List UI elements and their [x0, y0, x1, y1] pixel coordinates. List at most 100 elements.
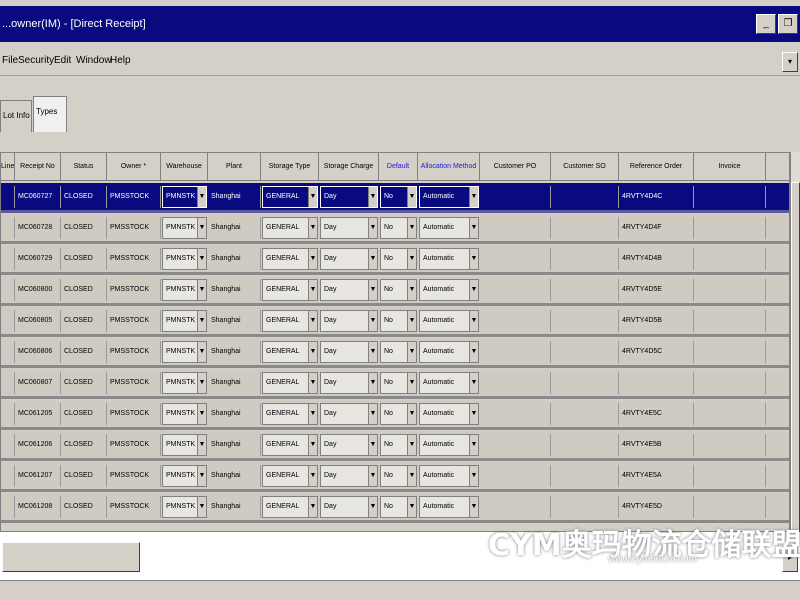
dropdown-arrow-icon[interactable]: ▼ [197, 435, 206, 455]
receipt-cell[interactable]: MC060800 [15, 279, 61, 301]
dropdown-arrow-icon[interactable]: ▼ [308, 373, 317, 393]
receipt-cell[interactable]: MC060806 [15, 341, 61, 363]
empty-cell[interactable] [480, 310, 551, 332]
dropdown-arrow-icon[interactable]: ▼ [368, 342, 377, 362]
empty-cell[interactable] [551, 372, 619, 394]
owner-cell[interactable]: PMSSTOCK [107, 186, 161, 208]
alloc-combo[interactable]: Automatic ▼ [419, 310, 479, 332]
status-cell[interactable]: CLOSED [61, 372, 107, 394]
charge-combo[interactable]: Day ▼ [320, 465, 378, 487]
alloc-combo[interactable]: Automatic ▼ [419, 403, 479, 425]
status-cell[interactable]: CLOSED [61, 341, 107, 363]
column-header[interactable]: Storage Charge [319, 153, 379, 181]
owner-cell[interactable]: PMSSTOCK [107, 434, 161, 456]
plant-cell[interactable]: Shanghai [208, 341, 261, 363]
dropdown-arrow-icon[interactable]: ▼ [407, 187, 416, 207]
storage-type-combo[interactable]: GENERAL ▼ [262, 248, 318, 270]
alloc-combo[interactable]: Automatic ▼ [419, 217, 479, 239]
storage-type-combo[interactable]: GENERAL ▼ [262, 217, 318, 239]
empty-cell[interactable] [1, 341, 15, 363]
dropdown-arrow-icon[interactable]: ▼ [469, 342, 478, 362]
default-combo[interactable]: No ▼ [380, 403, 417, 425]
empty-cell[interactable] [480, 279, 551, 301]
empty-cell[interactable] [480, 465, 551, 487]
owner-cell[interactable]: PMSSTOCK [107, 465, 161, 487]
dropdown-arrow-icon[interactable]: ▼ [407, 311, 416, 331]
receipt-cell[interactable]: MC061206 [15, 434, 61, 456]
alloc-combo[interactable]: Automatic ▼ [419, 186, 479, 208]
menu-help[interactable]: Help [110, 55, 131, 66]
warehouse-combo[interactable]: PMNSTK ▼ [162, 217, 207, 239]
empty-cell[interactable] [551, 465, 619, 487]
empty-cell[interactable] [1, 186, 15, 208]
column-header[interactable]: Plant [208, 153, 261, 181]
receipt-cell[interactable]: MC061207 [15, 465, 61, 487]
table-row[interactable]: MC061205 CLOSED PMSSTOCK PMNSTK ▼ Shanghai GEN… [1, 400, 789, 430]
dropdown-arrow-icon[interactable]: ▼ [197, 466, 206, 486]
alloc-combo[interactable]: Automatic ▼ [419, 279, 479, 301]
plant-cell[interactable]: Shanghai [208, 434, 261, 456]
status-cell[interactable]: CLOSED [61, 496, 107, 518]
dropdown-arrow-icon[interactable]: ▼ [308, 435, 317, 455]
reference-cell[interactable]: 4RVTY4D4C [619, 186, 694, 208]
charge-combo[interactable]: Day ▼ [320, 434, 378, 456]
empty-cell[interactable] [1, 465, 15, 487]
table-row[interactable]: MC060728 CLOSED PMSSTOCK PMNSTK ▼ Shanghai GEN… [1, 214, 789, 244]
default-combo[interactable]: No ▼ [380, 279, 417, 301]
dropdown-arrow-icon[interactable]: ▼ [308, 218, 317, 238]
dropdown-arrow-icon[interactable]: ▼ [197, 311, 206, 331]
storage-type-combo[interactable]: GENERAL ▼ [262, 310, 318, 332]
vertical-scrollbar[interactable] [790, 152, 800, 532]
charge-combo[interactable]: Day ▼ [320, 186, 378, 208]
receipt-cell[interactable]: MC060727 [15, 186, 61, 208]
dropdown-arrow-icon[interactable]: ▼ [308, 187, 317, 207]
default-combo[interactable]: No ▼ [380, 310, 417, 332]
column-header[interactable]: Invoice [694, 153, 766, 181]
status-cell[interactable]: CLOSED [61, 217, 107, 239]
dropdown-arrow-icon[interactable]: ▼ [308, 342, 317, 362]
owner-cell[interactable]: PMSSTOCK [107, 248, 161, 270]
storage-type-combo[interactable]: GENERAL ▼ [262, 465, 318, 487]
column-header[interactable]: Customer PO [480, 153, 551, 181]
column-header[interactable]: Reference Order [619, 153, 694, 181]
column-header[interactable]: Default [379, 153, 418, 181]
default-combo[interactable]: No ▼ [380, 186, 417, 208]
dropdown-arrow-icon[interactable]: ▼ [407, 249, 416, 269]
empty-cell[interactable] [694, 310, 766, 332]
warehouse-combo[interactable]: PMNSTK ▼ [162, 310, 207, 332]
dropdown-arrow-icon[interactable]: ▼ [368, 311, 377, 331]
charge-combo[interactable]: Day ▼ [320, 372, 378, 394]
reference-cell[interactable]: 4RVTY4E5C [619, 403, 694, 425]
dropdown-arrow-icon[interactable]: ▼ [308, 466, 317, 486]
table-row[interactable]: MC061206 CLOSED PMSSTOCK PMNSTK ▼ Shanghai GEN… [1, 431, 789, 461]
receipt-cell[interactable]: MC061205 [15, 403, 61, 425]
tab-lot-info[interactable]: Lot Info [0, 100, 32, 132]
empty-cell[interactable] [480, 372, 551, 394]
dropdown-arrow-icon[interactable]: ▼ [407, 435, 416, 455]
receipt-cell[interactable]: MC060807 [15, 372, 61, 394]
table-row[interactable]: MC060727 CLOSED PMSSTOCK PMNSTK ▼ Shanghai GEN… [1, 183, 789, 213]
dropdown-arrow-icon[interactable]: ▼ [368, 187, 377, 207]
alloc-combo[interactable]: Automatic ▼ [419, 372, 479, 394]
table-row[interactable]: MC061207 CLOSED PMSSTOCK PMNSTK ▼ Shanghai GEN… [1, 462, 789, 492]
menu-edit[interactable]: Edit [54, 55, 71, 66]
empty-cell[interactable] [551, 279, 619, 301]
column-header[interactable]: Allocation Method [418, 153, 480, 181]
empty-cell[interactable] [1, 279, 15, 301]
empty-cell[interactable] [551, 310, 619, 332]
empty-cell[interactable] [1, 496, 15, 518]
default-combo[interactable]: No ▼ [380, 372, 417, 394]
reference-cell[interactable]: 4RVTY4D5E [619, 279, 694, 301]
empty-cell[interactable] [551, 186, 619, 208]
dropdown-arrow-icon[interactable]: ▼ [368, 218, 377, 238]
owner-cell[interactable]: PMSSTOCK [107, 217, 161, 239]
reference-cell[interactable]: 4RVTY4D5C [619, 341, 694, 363]
plant-cell[interactable]: Shanghai [208, 496, 261, 518]
receipt-cell[interactable]: MC061208 [15, 496, 61, 518]
status-cell[interactable]: CLOSED [61, 310, 107, 332]
dropdown-arrow-icon[interactable]: ▼ [368, 280, 377, 300]
empty-cell[interactable] [480, 217, 551, 239]
dropdown-arrow-icon[interactable]: ▼ [368, 435, 377, 455]
plant-cell[interactable]: Shanghai [208, 279, 261, 301]
empty-cell[interactable] [694, 434, 766, 456]
